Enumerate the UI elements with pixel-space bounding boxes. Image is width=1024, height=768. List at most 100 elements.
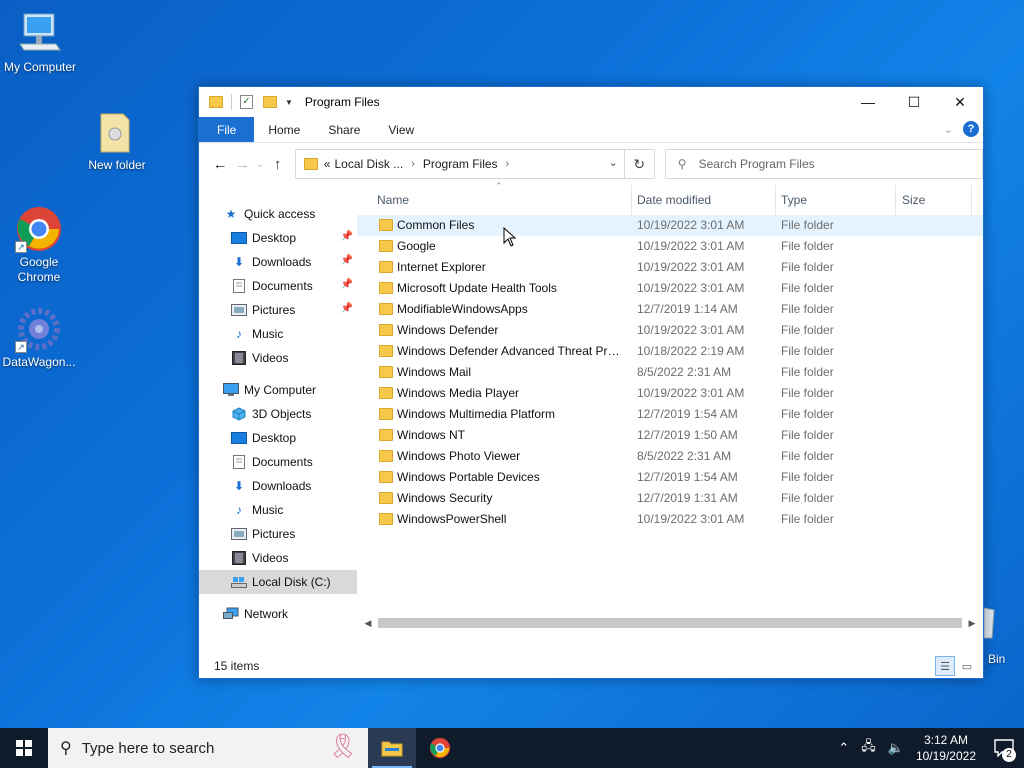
help-icon[interactable]: ? xyxy=(963,121,979,137)
file-type: File folder xyxy=(781,512,834,526)
network-icon[interactable]: 🖧 xyxy=(861,737,876,759)
nav-quick-music[interactable]: ♪ Music xyxy=(199,322,357,346)
taskbar-file-explorer[interactable] xyxy=(368,728,416,768)
desktop-icon-my-computer[interactable]: My Computer xyxy=(0,10,80,75)
table-row[interactable]: Windows Media Player 10/19/2022 3:01 AM Fi… xyxy=(357,383,983,404)
table-row[interactable]: Windows Mail 8/5/2022 2:31 AM File folder xyxy=(357,362,983,383)
pin-icon[interactable]: 📌 xyxy=(341,303,353,314)
taskbar-search-box[interactable]: ⚲ Type here to search 🎗 xyxy=(48,728,368,768)
refresh-button[interactable]: ↻ xyxy=(623,150,654,178)
details-view-icon[interactable]: ☰ xyxy=(935,656,955,676)
maximize-button[interactable]: ☐ xyxy=(891,87,937,117)
action-center-button[interactable]: 2 xyxy=(984,728,1024,768)
file-name: Windows Security xyxy=(397,491,493,505)
tab-view[interactable]: View xyxy=(374,117,428,142)
taskbar-chrome[interactable] xyxy=(416,728,464,768)
table-row[interactable]: ModifiableWindowsApps 12/7/2019 1:14 AM Fi… xyxy=(357,299,983,320)
nav-pc-documents[interactable]: Documents xyxy=(199,450,357,474)
column-size[interactable]: Size xyxy=(902,193,925,207)
nav-pc-downloads[interactable]: ⬇ Downloads xyxy=(199,474,357,498)
pin-icon[interactable]: 📌 xyxy=(341,255,353,266)
clock-time: 3:12 AM xyxy=(923,733,968,747)
address-overflow[interactable]: « xyxy=(324,157,331,171)
back-button[interactable]: ← xyxy=(209,156,231,173)
search-input[interactable] xyxy=(698,157,969,171)
forward-button[interactable]: → xyxy=(231,156,253,173)
pin-icon[interactable]: 📌 xyxy=(341,231,353,242)
file-type: File folder xyxy=(781,281,834,295)
breadcrumb-chevron-icon[interactable]: › xyxy=(506,158,510,170)
nav-my-computer[interactable]: My Computer xyxy=(199,378,357,402)
table-row[interactable]: Windows Portable Devices 12/7/2019 1:54 A… xyxy=(357,467,983,488)
search-box[interactable]: ⚲ xyxy=(664,149,984,179)
nav-quick-videos[interactable]: Videos xyxy=(199,346,357,370)
desktop-icon-chrome[interactable]: ↗ Google Chrome xyxy=(0,205,79,285)
window-title: Program Files xyxy=(304,95,380,109)
start-button[interactable] xyxy=(0,728,48,768)
music-icon: ♪ xyxy=(236,327,242,341)
expand-ribbon-chevron-icon[interactable]: ⌄ xyxy=(944,123,953,136)
nav-pc-music[interactable]: ♪ Music xyxy=(199,498,357,522)
nav-3d-objects[interactable]: 3D Objects xyxy=(199,402,357,426)
column-date-modified[interactable]: Date modified xyxy=(637,193,711,207)
breadcrumb-local-disk[interactable]: Local Disk ... xyxy=(334,157,403,171)
table-row[interactable]: Windows Multimedia Platform 12/7/2019 1:5… xyxy=(357,404,983,425)
table-row[interactable]: Internet Explorer 10/19/2022 3:01 AM File … xyxy=(357,257,983,278)
table-row[interactable]: Microsoft Update Health Tools 10/19/2022 … xyxy=(357,278,983,299)
nav-quick-access[interactable]: ★ Quick access xyxy=(199,202,357,226)
table-row[interactable]: Windows Defender 10/19/2022 3:01 AM File f… xyxy=(357,320,983,341)
pin-icon[interactable]: 📌 xyxy=(341,279,353,290)
nav-pc-videos[interactable]: Videos xyxy=(199,546,357,570)
table-row[interactable]: Windows NT 12/7/2019 1:50 AM File folder xyxy=(357,425,983,446)
address-bar[interactable]: « Local Disk ... › Program Files › ⌄ ↻ xyxy=(294,149,655,179)
clock[interactable]: 3:12 AM 10/19/2022 xyxy=(916,732,976,764)
divider[interactable] xyxy=(631,185,632,215)
customize-toolbar-chevron-icon[interactable]: ▼ xyxy=(285,98,293,107)
column-name[interactable]: Name xyxy=(377,193,409,207)
title-bar[interactable]: ✓ ▼ Program Files — ☐ ✕ xyxy=(199,87,983,117)
up-button[interactable]: ↑ xyxy=(267,156,289,173)
minimize-button[interactable]: — xyxy=(845,87,891,117)
tab-home[interactable]: Home xyxy=(254,117,314,142)
recent-locations-chevron-icon[interactable]: ⌄ xyxy=(254,159,267,170)
table-row[interactable]: Google 10/19/2022 3:01 AM File folder xyxy=(357,236,983,257)
properties-icon[interactable]: ✓ xyxy=(240,95,253,109)
new-folder-icon[interactable] xyxy=(263,96,277,108)
scroll-right-icon[interactable]: ▶ xyxy=(965,618,979,629)
nav-pc-pictures[interactable]: Pictures xyxy=(199,522,357,546)
scrollbar-thumb[interactable] xyxy=(378,618,962,628)
divider[interactable] xyxy=(895,185,896,215)
table-row[interactable]: Windows Photo Viewer 8/5/2022 2:31 AM File… xyxy=(357,446,983,467)
breadcrumb-program-files[interactable]: Program Files xyxy=(423,157,498,171)
nav-quick-downloads[interactable]: ⬇ Downloads 📌 xyxy=(199,250,357,274)
tab-share[interactable]: Share xyxy=(314,117,374,142)
desktop-icon-label: DataWagon... xyxy=(2,355,76,369)
sort-ascending-icon: ⌃ xyxy=(495,181,503,191)
scroll-left-icon[interactable]: ◀ xyxy=(361,618,375,629)
tab-file[interactable]: File xyxy=(199,117,255,142)
folder-icon xyxy=(379,282,393,294)
close-button[interactable]: ✕ xyxy=(937,87,983,117)
address-history-dropdown-icon[interactable]: ⌄ xyxy=(609,156,618,169)
nav-quick-documents[interactable]: Documents 📌 xyxy=(199,274,357,298)
divider[interactable] xyxy=(775,185,776,215)
large-icons-view-icon[interactable]: ▭ xyxy=(957,656,977,676)
nav-quick-pictures[interactable]: Pictures 📌 xyxy=(199,298,357,322)
nav-quick-desktop[interactable]: Desktop 📌 xyxy=(199,226,357,250)
desktop-icon-new-folder[interactable]: New folder xyxy=(77,108,157,173)
table-row[interactable]: Windows Security 12/7/2019 1:31 AM File fo… xyxy=(357,488,983,509)
column-type[interactable]: Type xyxy=(781,193,807,207)
show-hidden-icons-chevron-icon[interactable]: ⌃ xyxy=(838,740,849,756)
table-row[interactable]: Common Files 10/19/2022 3:01 AM File folde… xyxy=(357,215,983,236)
divider[interactable] xyxy=(971,185,972,215)
desktop-icon-datawagon[interactable]: ↗ DataWagon... xyxy=(0,305,79,370)
horizontal-scrollbar[interactable]: ◀ ▶ xyxy=(361,614,979,632)
table-row[interactable]: Windows Defender Advanced Threat Prot...… xyxy=(357,341,983,362)
table-row[interactable]: WindowsPowerShell 10/19/2022 3:01 AM File … xyxy=(357,509,983,530)
nav-pc-desktop[interactable]: Desktop xyxy=(199,426,357,450)
volume-icon[interactable]: 🔈 xyxy=(888,740,904,756)
nav-network[interactable]: Network xyxy=(199,602,357,626)
breadcrumb-chevron-icon[interactable]: › xyxy=(411,158,415,170)
nav-local-disk[interactable]: Local Disk (C:) xyxy=(199,570,357,594)
desktop-icon-recycle-bin[interactable]: Bin xyxy=(983,600,1024,670)
